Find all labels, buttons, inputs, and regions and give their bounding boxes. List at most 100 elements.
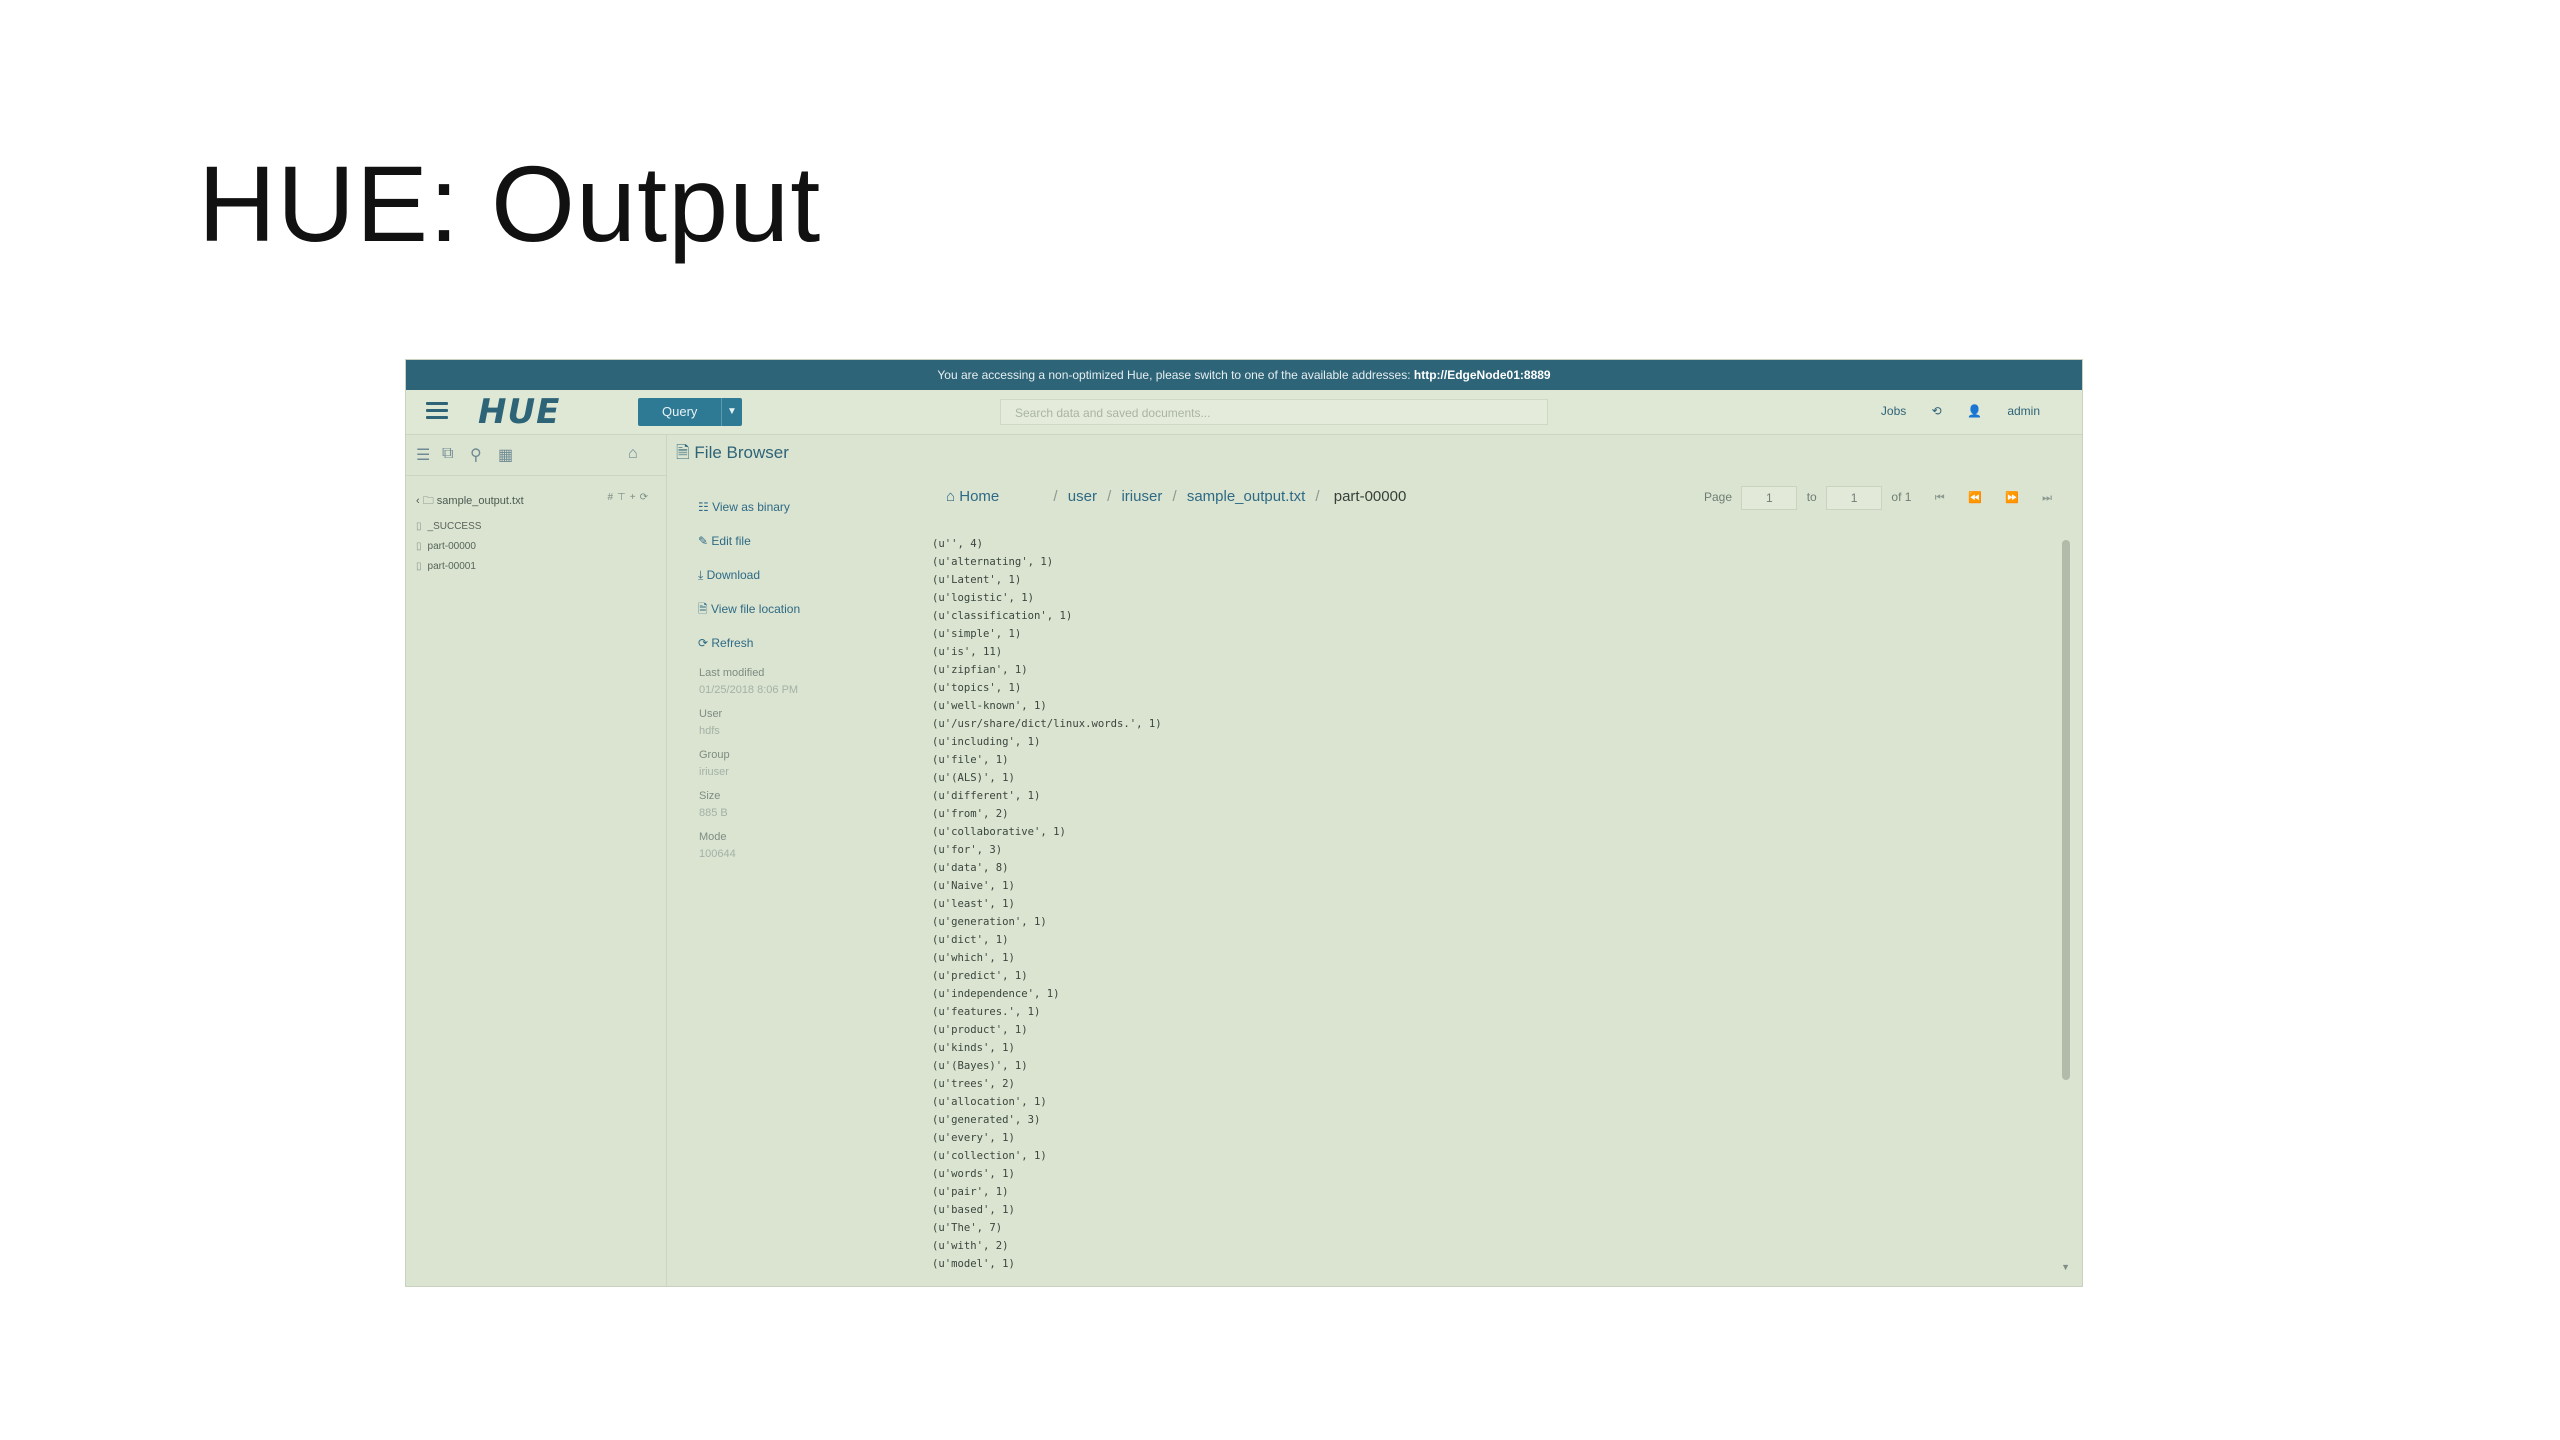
content-line: (u'is', 11) (932, 646, 1003, 658)
content-line: (u'including', 1) (932, 736, 1041, 748)
breadcrumb-home[interactable]: ⌂ Home (946, 488, 999, 505)
content-line: (u'generation', 1) (932, 916, 1047, 928)
content-line: (u'pair', 1) (932, 1186, 1009, 1198)
content-line: (u'collaborative', 1) (932, 826, 1066, 838)
caret-down-icon[interactable]: ▼ (721, 398, 742, 426)
query-label: Query (662, 404, 698, 419)
briefcase-icon[interactable]: ⌂ (628, 445, 638, 463)
scrollbar[interactable] (2062, 540, 2070, 1080)
hamburger-menu-icon[interactable] (426, 402, 448, 420)
file-icon: ▯ (416, 561, 422, 572)
next-page-icon[interactable]: ⏩ (2005, 491, 2019, 504)
meta-value: iriuser (699, 766, 729, 778)
content-line: (u'different', 1) (932, 790, 1041, 802)
banner-link[interactable]: http://EdgeNode01:8889 (1414, 368, 1551, 382)
prev-page-icon[interactable]: ⏪ (1968, 491, 1982, 504)
history-icon[interactable]: ⟲ (1932, 404, 1942, 418)
hue-screenshot: You are accessing a non-optimized Hue, p… (406, 360, 2082, 1286)
top-right-menu: Jobs ⟲ 👤 admin (1837, 404, 2040, 418)
search-input[interactable]: Search data and saved documents... (1000, 399, 1548, 425)
content-line: (u'for', 3) (932, 844, 1003, 856)
content-line: (u'zipfian', 1) (932, 664, 1028, 676)
jobs-label: Jobs (1880, 404, 1907, 418)
file-icon: ▯ (416, 541, 422, 552)
file-icon: 🗎 (676, 443, 690, 462)
view-file-location-link[interactable]: 🗎 View file location (698, 592, 858, 626)
user-menu[interactable]: 👤 admin (1967, 404, 2040, 418)
refresh-link[interactable]: ⟳ Refresh (698, 626, 858, 660)
content-line: (u'well-known', 1) (932, 700, 1047, 712)
content-line: (u'alternating', 1) (932, 556, 1054, 568)
list-item[interactable]: ▯ part-00001 (416, 557, 666, 577)
file-list: ▯ _SUCCESS ▯ part-00000 ▯ part-00001 (406, 517, 666, 577)
breadcrumb-separator: / (1053, 488, 1058, 505)
content-line: (u'trees', 2) (932, 1078, 1015, 1090)
hue-logo[interactable]: HUE (478, 392, 560, 432)
action-label: View file location (710, 602, 801, 616)
assist-icons: ☰ ⧉ ⚲ ▦ ⌂ (406, 435, 666, 476)
breadcrumb-current: part-00000 (1333, 488, 1407, 505)
meta-value: 100644 (699, 848, 736, 860)
meta-label: Mode (699, 831, 727, 843)
jobs-link[interactable]: Jobs (1859, 404, 1906, 418)
breadcrumb-item[interactable]: sample_output.txt (1187, 488, 1305, 505)
file-icon: ▯ (416, 521, 422, 532)
list-item[interactable]: ▯ part-00000 (416, 537, 666, 557)
to-label: to (1806, 490, 1817, 505)
content-line: (u'topics', 1) (932, 682, 1022, 694)
content-line: (u'simple', 1) (932, 628, 1022, 640)
file-name: _SUCCESS (427, 521, 482, 532)
page-from-input[interactable]: 1 (1741, 486, 1798, 510)
first-page-icon[interactable]: ⏮ (1935, 492, 1945, 505)
documents-icon[interactable]: ⧉ (442, 445, 453, 463)
meta-value: hdfs (699, 725, 720, 737)
edit-file-link[interactable]: ✎ Edit file (698, 524, 858, 558)
page-label: Page (1704, 490, 1733, 505)
left-assist-panel: ☰ ⧉ ⚲ ▦ ⌂ ‹ 🗀 sample_output.txt #⊤+⟳ ▯ _S… (406, 435, 667, 1286)
action-label: Download (706, 568, 761, 582)
file-name: part-00000 (427, 541, 476, 552)
last-page-icon[interactable]: ⏭ (2042, 492, 2052, 505)
meta-label: Size (699, 790, 721, 802)
breadcrumb-item[interactable]: iriuser (1121, 488, 1162, 505)
banner-text: You are accessing a non-optimized Hue, p… (937, 368, 1411, 382)
of-label: of 1 (1891, 490, 1912, 505)
database-icon[interactable]: ☰ (416, 445, 430, 465)
back-icon[interactable]: ‹ (416, 495, 420, 507)
folder-actions[interactable]: #⊤+⟳ (608, 492, 653, 503)
content-line: (u'logistic', 1) (932, 592, 1035, 604)
content-line: (u'which', 1) (932, 952, 1015, 964)
action-label: Refresh (711, 636, 754, 650)
scroll-down-icon[interactable]: ▼ (2061, 1262, 2070, 1272)
assist-folder-path[interactable]: ‹ 🗀 sample_output.txt #⊤+⟳ (406, 476, 666, 511)
action-label: Edit file (711, 534, 751, 548)
top-navigation: HUE Query ▼ Search data and saved docume… (406, 390, 2082, 435)
content-line: (u'generated', 3) (932, 1114, 1041, 1126)
breadcrumb: ⌂ Home / user / iriuser / sample_output.… (946, 488, 1406, 505)
breadcrumb-item[interactable]: user (1068, 488, 1097, 505)
list-item[interactable]: ▯ _SUCCESS (416, 517, 666, 537)
home-label: Home (959, 488, 1000, 505)
content-line: (u'(Bayes)', 1) (932, 1060, 1028, 1072)
content-line: (u'Naive', 1) (932, 880, 1015, 892)
file-metadata: Last modified 01/25/2018 8:06 PM User hd… (699, 665, 859, 870)
query-button[interactable]: Query ▼ (638, 398, 742, 426)
search-icon[interactable]: ⚲ (470, 445, 482, 465)
action-label: View as binary (712, 500, 790, 514)
content-line: (u'model', 1) (932, 1258, 1015, 1270)
file-name: part-00001 (427, 561, 476, 572)
breadcrumb-separator: / (1172, 488, 1177, 505)
download-link[interactable]: ⤓ Download (698, 558, 858, 592)
page-to-input[interactable]: 1 (1826, 486, 1883, 510)
meta-label: User (699, 708, 723, 720)
content-line: (u'dict', 1) (932, 934, 1009, 946)
view-as-binary-link[interactable]: ☷ View as binary (698, 490, 858, 524)
content-line: (u'', 4) (932, 538, 984, 550)
folder-name: sample_output.txt (436, 495, 524, 507)
slide-title: HUE: Output (198, 143, 822, 264)
page-title: File Browser (694, 443, 789, 462)
breadcrumb-separator: / (1107, 488, 1112, 505)
grid-icon[interactable]: ▦ (498, 445, 513, 465)
content-line: (u'product', 1) (932, 1024, 1028, 1036)
content-line: (u'allocation', 1) (932, 1096, 1047, 1108)
